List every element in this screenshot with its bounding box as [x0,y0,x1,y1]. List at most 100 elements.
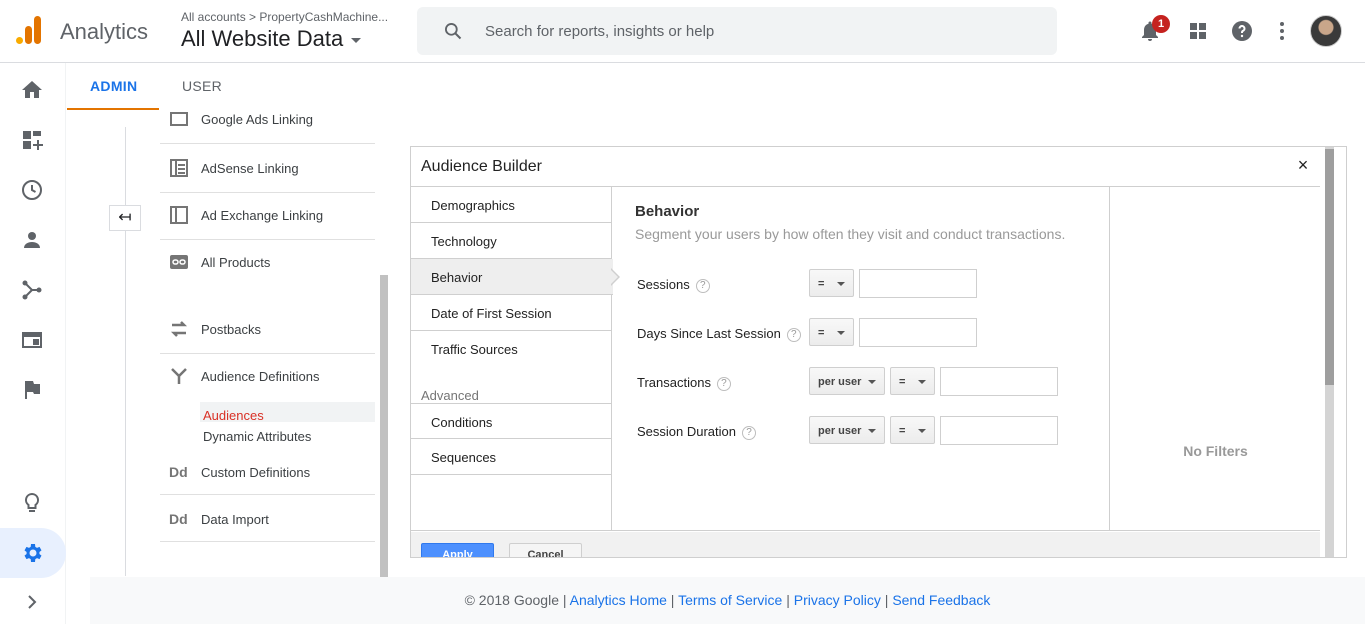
ad-exchange-icon [170,206,188,224]
operator-select[interactable]: = [890,416,935,444]
filter-row-days-since-last-session: Days Since Last Session? = [637,318,1097,348]
operator-select[interactable]: = [809,269,854,297]
help-icon[interactable]: ? [695,278,710,293]
scope-value: per user [818,425,862,437]
customization-icon[interactable] [20,128,44,152]
caret-down-icon [351,37,362,43]
footer-links: © 2018 Google | Analytics Home | Terms o… [90,592,1365,608]
search-bar[interactable] [417,7,1057,55]
dialog-footer: Apply Cancel [411,532,1320,557]
left-nav-rail [0,63,66,624]
caret-down-icon [918,380,926,384]
nav-item-label: Custom Definitions [201,465,311,480]
close-icon[interactable]: × [1294,155,1312,175]
account-breadcrumb[interactable]: All accounts > PropertyCashMachine... [181,10,388,24]
view-selector[interactable]: All Website Data [181,26,362,52]
audience-person-icon[interactable] [20,228,44,252]
nav-item-label: Data Import [201,512,269,527]
filter-label: Days Since Last Session? [637,326,801,342]
nav-item-google-ads-linking[interactable]: Google Ads Linking [160,110,375,144]
realtime-clock-icon[interactable] [20,178,44,202]
behavior-filters-panel: Behavior Segment your users by how often… [612,187,1109,530]
days-since-value-input[interactable] [859,318,977,347]
admin-nav-scrollbar[interactable] [380,275,388,577]
analytics-home-link[interactable]: Analytics Home [570,592,667,608]
operator-select[interactable]: = [890,367,935,395]
postbacks-arrows-icon [170,321,188,337]
nav-item-ad-exchange-linking[interactable]: Ad Exchange Linking [160,193,375,240]
audience-summary-panel: No Filters [1109,187,1320,530]
admin-gear-icon[interactable] [20,541,44,565]
sub-item-audiences[interactable]: Audiences [203,408,264,423]
nav-item-label: Google Ads Linking [201,112,314,127]
no-filters-text: No Filters [1183,443,1248,459]
filter-row-session-duration: Session Duration? per user = [637,416,1097,446]
category-label: Date of First Session [431,306,552,321]
category-technology[interactable]: Technology [411,223,612,259]
search-input[interactable] [485,19,1025,43]
apply-button[interactable]: Apply [421,543,494,557]
category-demographics[interactable]: Demographics [411,187,612,223]
category-label: Traffic Sources [431,342,518,357]
category-sequences[interactable]: Sequences [411,439,612,475]
tab-admin[interactable]: ADMIN [90,78,137,94]
terms-of-service-link[interactable]: Terms of Service [678,592,782,608]
scope-select[interactable]: per user [809,416,885,444]
behavior-window-icon[interactable] [20,328,44,352]
separator: | [884,592,889,608]
discover-lightbulb-icon[interactable] [20,491,44,515]
scope-select[interactable]: per user [809,367,885,395]
category-date-of-first-session[interactable]: Date of First Session [411,295,612,331]
nav-item-label: Audience Definitions [201,369,320,384]
apps-grid-icon[interactable] [1186,19,1210,43]
help-icon[interactable]: ? [786,327,801,342]
collapse-column-button[interactable]: ↤ [109,205,141,231]
dialog-body: Demographics Technology Behavior Date of… [411,186,1320,531]
nav-item-adsense-linking[interactable]: AdSense Linking [160,146,375,193]
tab-user[interactable]: USER [182,78,222,94]
help-icon[interactable]: ? [742,425,756,440]
nav-item-data-import[interactable]: Dd Data Import [160,495,375,542]
analytics-logo-icon[interactable] [16,16,42,46]
session-duration-value-input[interactable] [940,416,1058,445]
help-icon[interactable] [1230,19,1254,43]
operator-select[interactable]: = [809,318,854,346]
category-label: Demographics [431,198,515,213]
nav-item-audience-definitions[interactable]: Audience Definitions [160,354,375,401]
conversions-flag-icon[interactable] [20,378,44,402]
page-footer: © 2018 Google | Analytics Home | Terms o… [90,577,1365,624]
category-behavior[interactable]: Behavior [411,259,613,295]
sub-item-dynamic-attributes[interactable]: Dynamic Attributes [203,429,311,444]
advanced-heading: Advanced [421,388,479,403]
send-feedback-link[interactable]: Send Feedback [892,592,990,608]
category-traffic-sources[interactable]: Traffic Sources [411,331,612,367]
filter-label-text: Days Since Last Session [637,326,781,341]
nav-item-all-products[interactable]: All Products [160,240,375,287]
filter-label-text: Transactions [637,375,711,390]
cancel-button[interactable]: Cancel [509,543,582,557]
home-icon[interactable] [20,78,44,102]
dialog-scrollbar[interactable] [1325,147,1334,557]
filter-row-sessions: Sessions? = [637,269,1097,299]
nav-item-postbacks[interactable]: Postbacks [160,307,375,354]
expand-chevron-right-icon[interactable] [20,590,44,614]
category-label: Technology [431,234,497,249]
scrollbar-thumb[interactable] [1325,149,1334,385]
filter-label: Sessions? [637,277,710,293]
operator-value: = [818,327,825,339]
caret-down-icon [918,429,926,433]
user-avatar[interactable] [1310,15,1342,47]
privacy-policy-link[interactable]: Privacy Policy [794,592,881,608]
app-title[interactable]: Analytics [60,19,148,45]
separator: | [562,592,567,608]
nav-item-custom-definitions[interactable]: Dd Custom Definitions [160,448,375,495]
help-icon[interactable]: ? [716,376,731,391]
operator-value: = [899,425,906,437]
sessions-value-input[interactable] [859,269,977,298]
category-conditions[interactable]: Conditions [411,403,612,439]
transactions-value-input[interactable] [940,367,1058,396]
more-vert-icon[interactable] [1270,19,1294,43]
dd-icon: Dd [169,511,188,527]
caret-down-icon [837,282,845,286]
acquisition-icon[interactable] [20,278,44,302]
